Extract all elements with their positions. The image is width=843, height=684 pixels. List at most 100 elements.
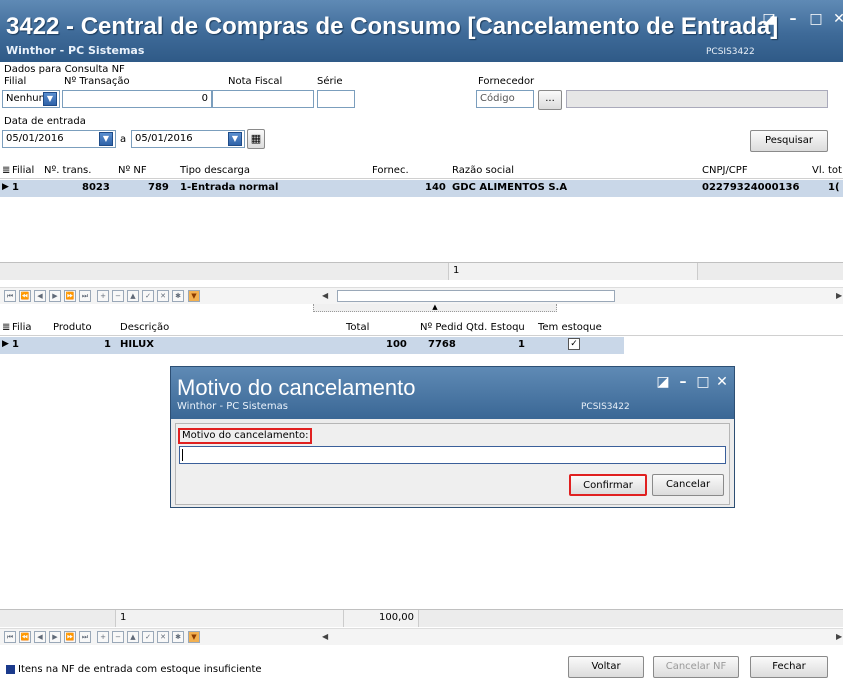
dialog-body: Motivo do cancelamento: Confirmar Cancel…	[175, 423, 730, 505]
hscroll-right-icon[interactable]: ▶	[836, 632, 842, 641]
grid2-col-filial[interactable]: Filia	[12, 322, 32, 333]
grid1-col-tipo[interactable]: Tipo descarga	[180, 165, 250, 176]
grid2-col-tem-estoque[interactable]: Tem estoque	[538, 322, 602, 333]
tem-estoque-checkbox[interactable]: ✓	[568, 338, 580, 350]
fornecedor-name-field	[566, 90, 828, 108]
grid2-col-pedido[interactable]: Nº Pedid	[420, 322, 463, 333]
grid1-header: ≣ Filial Nº. trans. Nº NF Tipo descarga …	[0, 163, 843, 179]
cancel-button[interactable]: Cancelar	[652, 474, 724, 496]
row-pointer-icon: ▶	[2, 339, 9, 349]
nav-cancel-icon[interactable]: ✕	[157, 631, 169, 643]
grid2-total: 100,00	[343, 610, 419, 627]
date-from-dropdown-icon[interactable]: ▼	[99, 132, 113, 146]
nav-up-icon[interactable]: ▲	[127, 290, 139, 302]
date-separator: a	[120, 134, 127, 145]
nav-last-icon[interactable]: ⏭	[79, 290, 91, 302]
minimize-icon[interactable]: –	[673, 373, 693, 391]
nav-next-page-icon[interactable]: ⏩	[64, 290, 76, 302]
fornecedor-code-input[interactable]: Código	[476, 90, 534, 108]
grid1-col-razao[interactable]: Razão social	[452, 165, 514, 176]
nav-up-icon[interactable]: ▲	[127, 631, 139, 643]
grid1-col-cnpj[interactable]: CNPJ/CPF	[702, 165, 748, 176]
grid2-col-qtd[interactable]: Qtd. Estoqu	[466, 322, 525, 333]
grid1-col-vltot[interactable]: Vl. tot	[812, 165, 842, 176]
nav-prev-page-icon[interactable]: ⏪	[19, 631, 31, 643]
hscroll-left-icon[interactable]: ◀	[322, 632, 328, 641]
nav-add-icon[interactable]: +	[97, 290, 109, 302]
nav-confirm-icon[interactable]: ✓	[142, 631, 154, 643]
nav-next-page-icon[interactable]: ⏩	[64, 631, 76, 643]
maximize-icon[interactable]: □	[806, 10, 826, 28]
grid1-col-fornec[interactable]: Fornec.	[372, 165, 409, 176]
cancel-reason-dialog: Motivo do cancelamento Winthor - PC Sist…	[170, 366, 735, 508]
serie-input[interactable]	[317, 90, 355, 108]
close-icon[interactable]: ✕	[829, 10, 843, 28]
cell-produto: 1	[104, 339, 111, 350]
serie-label: Série	[317, 76, 343, 87]
cell-fornec: 140	[425, 182, 446, 193]
fornecedor-search-button[interactable]: ...	[538, 90, 562, 110]
hscroll-left-icon[interactable]: ◀	[322, 291, 328, 300]
grid1-col-filial[interactable]: Filial	[12, 165, 34, 176]
nav-remove-icon[interactable]: −	[112, 290, 124, 302]
transacao-input[interactable]: 0	[62, 90, 212, 108]
nav-prev-icon[interactable]: ◀	[34, 290, 46, 302]
nav-cancel-icon[interactable]: ✕	[157, 290, 169, 302]
hscroll-right-icon[interactable]: ▶	[836, 291, 842, 300]
search-button[interactable]: Pesquisar	[750, 130, 828, 152]
nav-next-icon[interactable]: ▶	[49, 631, 61, 643]
restore-icon[interactable]: ◪	[759, 10, 779, 28]
voltar-button[interactable]: Voltar	[568, 656, 644, 678]
nav-prev-page-icon[interactable]: ⏪	[19, 290, 31, 302]
nav-refresh-icon[interactable]: ✱	[172, 290, 184, 302]
window-titlebar: 3422 - Central de Compras de Consumo [Ca…	[0, 0, 843, 62]
window-code: PCSIS3422	[706, 47, 755, 57]
grid1-col-trans[interactable]: Nº. trans.	[44, 165, 91, 176]
legend-text: Itens na NF de entrada com estoque insuf…	[18, 664, 262, 675]
nav-first-icon[interactable]: ⏮	[4, 290, 16, 302]
table-row[interactable]: ▶ 1 8023 789 1-Entrada normal 140 GDC AL…	[0, 180, 843, 197]
cell-razao: GDC ALIMENTOS S.A	[452, 182, 568, 193]
cell-total: 100	[386, 339, 407, 350]
restore-icon[interactable]: ◪	[653, 373, 673, 391]
cell-vltot: 1(	[828, 182, 840, 193]
calendar-icon[interactable]: ▦	[247, 129, 265, 149]
cell-tipo: 1-Entrada normal	[180, 182, 279, 193]
nav-remove-icon[interactable]: −	[112, 631, 124, 643]
text-caret	[182, 449, 183, 461]
nav-next-icon[interactable]: ▶	[49, 290, 61, 302]
table-row[interactable]: ▶ 1 1 HILUX 100 7768 1 ✓	[0, 337, 624, 354]
fechar-button[interactable]: Fechar	[750, 656, 828, 678]
nav-confirm-icon[interactable]: ✓	[142, 290, 154, 302]
maximize-icon[interactable]: □	[693, 373, 713, 391]
close-icon[interactable]: ✕	[712, 373, 732, 391]
hscroll-thumb[interactable]	[337, 290, 615, 302]
cell-cnpj: 02279324000136	[702, 182, 800, 193]
nav-last-icon[interactable]: ⏭	[79, 631, 91, 643]
column-menu-icon[interactable]: ≣	[2, 322, 10, 333]
splitter-handle[interactable]: ▲	[313, 304, 557, 312]
minimize-icon[interactable]: –	[783, 10, 803, 28]
grid2-count: 1	[115, 610, 343, 627]
dialog-subtitle: Winthor - PC Sistemas	[177, 401, 288, 412]
grid2-col-descricao[interactable]: Descrição	[120, 322, 169, 333]
reason-label: Motivo do cancelamento:	[178, 428, 313, 444]
window-title: 3422 - Central de Compras de Consumo [Ca…	[6, 13, 779, 40]
grid2-col-total[interactable]: Total	[346, 322, 369, 333]
column-menu-icon[interactable]: ≣	[2, 165, 10, 176]
nav-filter-icon[interactable]: ▼	[188, 290, 200, 302]
nota-input[interactable]	[212, 90, 314, 108]
date-to-dropdown-icon[interactable]: ▼	[228, 132, 242, 146]
nav-prev-icon[interactable]: ◀	[34, 631, 46, 643]
grid1-col-nf[interactable]: Nº NF	[118, 165, 147, 176]
cell-descricao: HILUX	[120, 339, 154, 350]
nav-filter-icon[interactable]: ▼	[188, 631, 200, 643]
confirm-button[interactable]: Confirmar	[569, 474, 647, 496]
nav-add-icon[interactable]: +	[97, 631, 109, 643]
nav-refresh-icon[interactable]: ✱	[172, 631, 184, 643]
grid2-col-produto[interactable]: Produto	[53, 322, 92, 333]
filial-dropdown-icon[interactable]: ▼	[43, 92, 57, 106]
reason-input[interactable]	[179, 446, 726, 464]
grid2-nav: ⏮ ⏪ ◀ ▶ ⏩ ⏭ + − ▲ ✓ ✕ ✱ ▼ ◀ ▶	[0, 628, 843, 645]
nav-first-icon[interactable]: ⏮	[4, 631, 16, 643]
